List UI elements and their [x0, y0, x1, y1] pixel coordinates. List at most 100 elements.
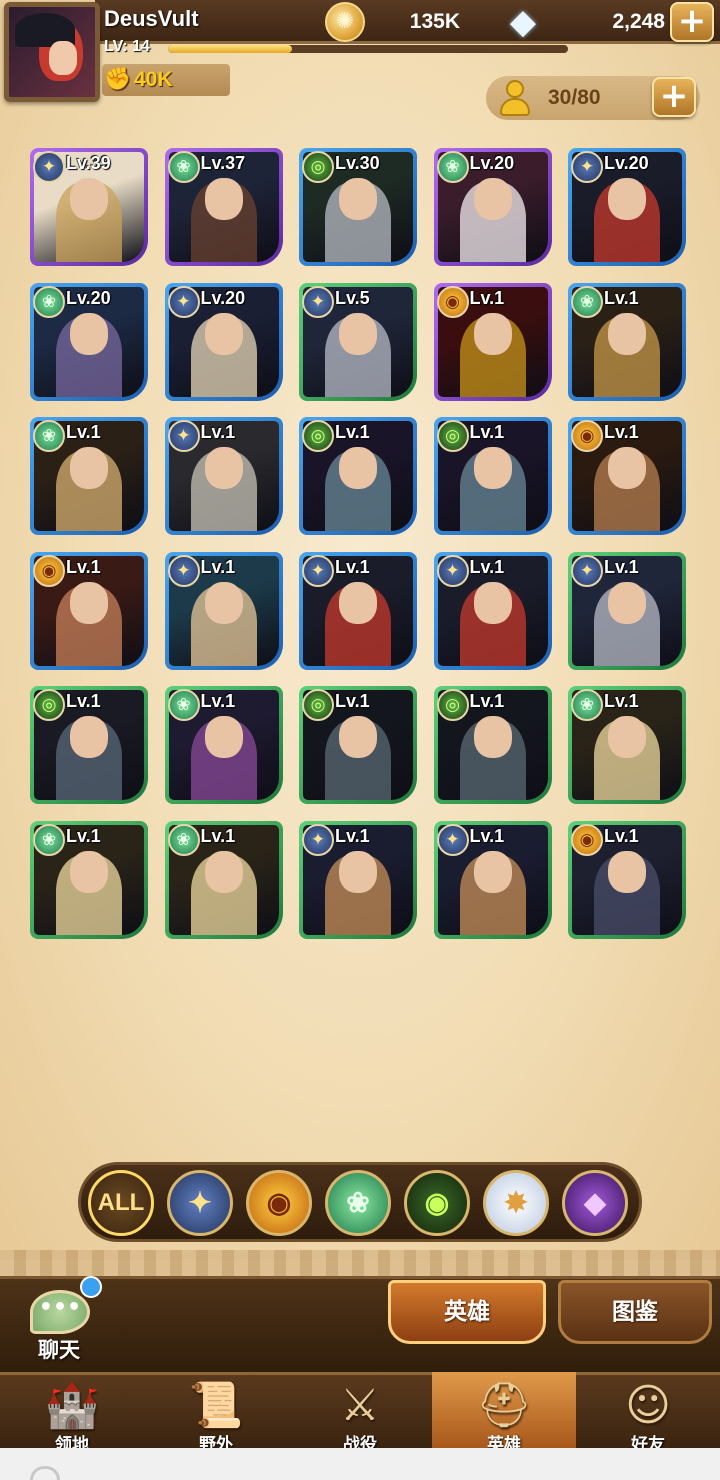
- combat-power-badge: ✊ 40K: [102, 64, 230, 96]
- hero-card[interactable]: ◉ Lv.1: [433, 282, 552, 401]
- nav-label: 野外: [199, 1435, 233, 1448]
- filter-light-button[interactable]: ✦: [167, 1170, 233, 1236]
- wild-faction-icon: ❀: [571, 285, 603, 318]
- wild-faction-icon: ❀: [571, 689, 603, 721]
- hero-card[interactable]: ❀ Lv.37: [164, 148, 283, 266]
- light-faction-icon: ✦: [571, 151, 603, 183]
- hero-card[interactable]: ❀ Lv.1: [164, 820, 283, 939]
- helmet-icon: ⛑: [476, 1380, 532, 1431]
- hero-level: Lv.1: [604, 556, 639, 577]
- hero-level: Lv.1: [335, 825, 370, 846]
- light-faction-icon: ✦: [167, 285, 200, 318]
- hero-card[interactable]: ❀ Lv.1: [30, 820, 148, 939]
- nav-friends[interactable]: ☺ 好友: [576, 1372, 720, 1448]
- wild-faction-icon: ❀: [167, 689, 200, 721]
- nav-label: 好友: [631, 1435, 665, 1448]
- light-faction-icon: ✦: [436, 823, 469, 856]
- diamond-amount: 2,248: [612, 10, 665, 33]
- roster-count: 30/80: [548, 86, 601, 109]
- hero-card[interactable]: ◉ Lv.1: [30, 551, 148, 670]
- hero-card[interactable]: ✦ Lv.20: [164, 282, 283, 401]
- mauler-faction-icon: ◉: [436, 285, 469, 318]
- xp-bar-fill: [168, 45, 292, 53]
- light-faction-icon: ✦: [167, 420, 200, 452]
- mauler-faction-icon: ◉: [571, 420, 603, 452]
- hero-card[interactable]: ❀ Lv.1: [30, 417, 148, 535]
- hero-level: Lv.1: [66, 825, 101, 846]
- wild-faction-icon: ❀: [33, 420, 65, 452]
- hero-card[interactable]: ✦ Lv.1: [299, 551, 417, 670]
- torn-paper-edge: [0, 1250, 720, 1276]
- friends-icon: ☺: [625, 1380, 671, 1431]
- grave-faction-icon: ◎: [33, 689, 65, 721]
- hero-card[interactable]: ❀ Lv.1: [568, 686, 686, 804]
- nav-heroes[interactable]: ⛑ 英雄: [432, 1372, 576, 1448]
- expand-roster-button[interactable]: +: [652, 77, 696, 117]
- tab-codex[interactable]: 图鉴: [558, 1280, 712, 1344]
- mauler-faction-icon: ◉: [571, 823, 603, 856]
- grave-faction-icon: ◎: [302, 420, 334, 452]
- light-faction-icon: ✦: [436, 554, 469, 587]
- hero-card[interactable]: ◎ Lv.1: [299, 417, 417, 535]
- hero-card[interactable]: ❀ Lv.1: [568, 282, 686, 401]
- player-header: DeusVult LV: 14 ✊ 40K ✺ 135K ◆ 2,248 + 3…: [0, 0, 720, 120]
- hero-card[interactable]: ✦ Lv.1: [164, 551, 283, 670]
- hero-card[interactable]: ❀ Lv.1: [164, 686, 283, 804]
- hero-card[interactable]: ✦ Lv.1: [299, 820, 417, 939]
- hero-level: Lv.1: [200, 556, 236, 577]
- hero-card[interactable]: ◎ Lv.1: [433, 417, 552, 535]
- light-faction-icon: ✦: [33, 151, 65, 183]
- filter-mauler-button[interactable]: ◉: [246, 1170, 312, 1236]
- hero-level: Lv.1: [335, 691, 370, 711]
- hero-level: Lv.20: [66, 287, 111, 308]
- nav-battle[interactable]: ⚔ 战役: [288, 1372, 432, 1448]
- filter-all-button[interactable]: ALL: [88, 1170, 154, 1236]
- hero-level: Lv.1: [335, 556, 370, 577]
- hero-level: Lv.1: [469, 691, 505, 711]
- player-name: DeusVult: [104, 6, 199, 31]
- tab-heroes[interactable]: 英雄: [388, 1280, 546, 1344]
- hero-card[interactable]: ✦ Lv.1: [433, 551, 552, 670]
- hero-level: Lv.1: [66, 691, 101, 711]
- filter-wild-button[interactable]: ❀: [325, 1170, 391, 1236]
- filter-hypo-button[interactable]: ◆: [562, 1170, 628, 1236]
- hero-card[interactable]: ✦ Lv.1: [568, 551, 686, 670]
- hero-card[interactable]: ◉ Lv.1: [568, 417, 686, 535]
- buy-diamonds-button[interactable]: +: [670, 2, 714, 42]
- filter-celestial-button[interactable]: ✸: [483, 1170, 549, 1236]
- player-level: LV: 14: [104, 38, 150, 55]
- hero-level: Lv.5: [335, 287, 370, 308]
- map-scroll-icon: 📜: [188, 1380, 244, 1431]
- nav-ranhorn[interactable]: 🏰 领地: [0, 1372, 144, 1448]
- hero-card[interactable]: ✦ Lv.1: [164, 417, 283, 535]
- hero-card[interactable]: ◎ Lv.1: [433, 686, 552, 804]
- hero-level: Lv.20: [604, 153, 649, 173]
- player-avatar[interactable]: [4, 2, 100, 102]
- hero-card[interactable]: ◎ Lv.1: [299, 686, 417, 804]
- hero-level: Lv.1: [604, 287, 639, 308]
- hero-card[interactable]: ✦ Lv.1: [433, 820, 552, 939]
- filter-grave-button[interactable]: ◉: [404, 1170, 470, 1236]
- system-navigation-bar: [0, 1448, 720, 1480]
- nav-field[interactable]: 📜 野外: [144, 1372, 288, 1448]
- hero-level: Lv.30: [335, 153, 380, 173]
- hero-card[interactable]: ❀ Lv.20: [30, 282, 148, 401]
- hero-card[interactable]: ✦ Lv.39: [30, 148, 148, 266]
- castle-icon: 🏰: [44, 1380, 100, 1431]
- hero-level: Lv.1: [200, 825, 236, 846]
- hero-level: Lv.1: [335, 422, 370, 442]
- grave-faction-icon: ◎: [302, 689, 334, 721]
- hero-level: Lv.1: [469, 556, 505, 577]
- hero-card[interactable]: ✦ Lv.5: [299, 282, 417, 401]
- wild-faction-icon: ❀: [167, 151, 200, 183]
- hero-card[interactable]: ❀ Lv.20: [433, 148, 552, 266]
- light-faction-icon: ✦: [167, 554, 200, 587]
- hero-level: Lv.1: [200, 422, 236, 442]
- chat-bubble-icon: •••: [30, 1290, 90, 1334]
- hero-card[interactable]: ◎ Lv.30: [299, 148, 417, 266]
- hero-card[interactable]: ✦ Lv.20: [568, 148, 686, 266]
- wild-faction-icon: ❀: [167, 823, 200, 856]
- hero-card[interactable]: ◉ Lv.1: [568, 820, 686, 939]
- hero-card[interactable]: ◎ Lv.1: [30, 686, 148, 804]
- hero-level: Lv.1: [469, 287, 505, 308]
